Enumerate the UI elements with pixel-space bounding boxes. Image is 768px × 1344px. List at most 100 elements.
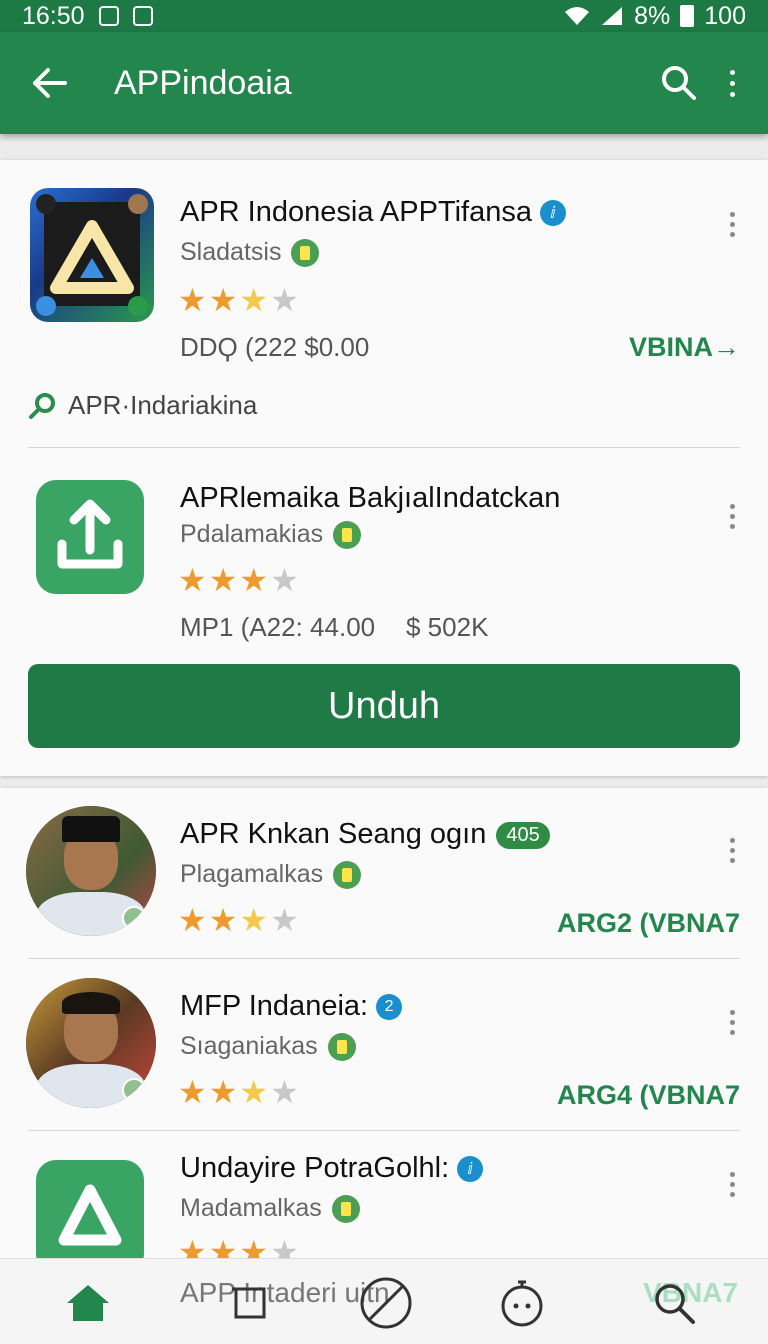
star-icon: ★ bbox=[208, 562, 238, 598]
triangle-logo-icon bbox=[58, 1184, 122, 1246]
search-icon bbox=[29, 392, 55, 419]
app-logo-icon bbox=[36, 1160, 144, 1268]
app-action-link[interactable]: ARG2 (VBNA7 bbox=[557, 908, 740, 939]
back-button[interactable] bbox=[0, 33, 100, 133]
star-icon: ★ bbox=[178, 562, 207, 598]
nav-timer[interactable] bbox=[492, 1273, 552, 1333]
item-more-button[interactable] bbox=[722, 204, 742, 244]
item-more-button[interactable] bbox=[722, 496, 742, 536]
star-icon: ★ bbox=[239, 562, 269, 598]
arrow-left-icon bbox=[33, 68, 67, 98]
wifi-icon bbox=[565, 7, 590, 25]
star-icon: ★ bbox=[208, 1074, 238, 1110]
status-time: 16:50 bbox=[22, 1, 85, 30]
star-icon: ★ bbox=[270, 562, 299, 598]
star-icon: ★ bbox=[239, 902, 269, 938]
search-button[interactable] bbox=[654, 58, 704, 108]
square-icon bbox=[232, 1287, 266, 1319]
star-icon: ★ bbox=[178, 282, 207, 318]
search-icon bbox=[655, 1284, 695, 1324]
more-vert-icon bbox=[729, 69, 735, 75]
star-icon: ★ bbox=[239, 282, 269, 318]
app-size: $ 502K bbox=[406, 612, 489, 642]
app-title: MFP Indaneia: 2 bbox=[180, 990, 403, 1023]
app-title: APR Knkan Seang ogın 405 bbox=[180, 818, 550, 851]
list-item[interactable]: MFP Indaneia: 2 Sıaganiakas ★ ★ ★ ★ ARG4 (VB… bbox=[0, 960, 768, 1130]
rating-stars: ★ ★ ★ ★ bbox=[178, 1076, 299, 1108]
app-meta: DDϘ (222 $0.00 bbox=[180, 332, 370, 362]
app-title: APRlemaika BakjıalIndatckan bbox=[180, 482, 561, 514]
upload-app-icon bbox=[36, 480, 144, 594]
developer-badge-icon bbox=[333, 860, 362, 889]
count-badge: 405 bbox=[496, 821, 550, 849]
star-icon: ★ bbox=[208, 902, 238, 938]
app-meta: MP1 (A22: 44.00 bbox=[180, 612, 376, 642]
developer-badge-icon bbox=[331, 1194, 360, 1223]
app-logo-icon bbox=[30, 188, 154, 322]
nav-home[interactable] bbox=[58, 1273, 118, 1333]
rating-stars: ★ ★ ★ ★ bbox=[178, 564, 299, 596]
timer-icon bbox=[501, 1280, 543, 1327]
nav-block[interactable] bbox=[356, 1273, 416, 1333]
app-title: APR Indonesia APPTifansa ⅈ bbox=[180, 196, 566, 229]
verified-badge-icon: 2 bbox=[376, 994, 403, 1021]
rating-stars: ★ ★ ★ ★ bbox=[178, 904, 299, 936]
block-icon bbox=[360, 1277, 412, 1329]
app-action-link[interactable]: VBINA→ bbox=[629, 332, 740, 363]
rating-stars: ★ ★ ★ ★ bbox=[178, 284, 299, 316]
upload-icon bbox=[57, 499, 123, 569]
verified-icon bbox=[122, 906, 146, 930]
divider bbox=[28, 958, 740, 959]
triangle-logo-icon bbox=[36, 194, 148, 316]
overflow-menu-button[interactable] bbox=[722, 63, 742, 103]
star-icon: ★ bbox=[270, 282, 299, 318]
avatar bbox=[26, 978, 156, 1108]
divider bbox=[28, 447, 740, 448]
star-icon: ★ bbox=[208, 282, 238, 318]
app-title: Undayire PotraGolhl: ⅈ bbox=[180, 1152, 484, 1185]
app-bar: APPindoaia bbox=[0, 32, 768, 134]
search-icon bbox=[662, 66, 696, 100]
star-icon: ★ bbox=[270, 902, 299, 938]
home-icon bbox=[67, 1285, 109, 1321]
item-more-button[interactable] bbox=[722, 1164, 742, 1204]
tag-row[interactable]: APR·Indariakina bbox=[28, 390, 257, 421]
notification-icon bbox=[98, 6, 119, 26]
developer-badge-icon bbox=[333, 520, 362, 549]
list-item[interactable]: APR Knkan Seang ogın 405 Plagamalkas ★ ★ ★ ★… bbox=[0, 788, 768, 958]
item-more-button[interactable] bbox=[722, 830, 742, 870]
app-developer: Pdalamakias bbox=[180, 520, 362, 549]
verified-badge-icon: ⅈ bbox=[539, 200, 566, 227]
featured-app-item[interactable]: APR Indonesia APPTifansa ⅈ Sladatsis ★ ★ ★ ★… bbox=[0, 160, 768, 390]
developer-badge-icon bbox=[291, 238, 320, 267]
featured-app-item[interactable]: APRlemaika BakjıalIndatckan Pdalamakias … bbox=[0, 460, 768, 650]
item-more-button[interactable] bbox=[722, 1002, 742, 1042]
app-action-link[interactable]: ARG4 (VBNA7 bbox=[557, 1080, 740, 1111]
nav-search[interactable] bbox=[644, 1273, 704, 1333]
verified-icon bbox=[122, 1078, 146, 1102]
nav-square[interactable] bbox=[218, 1273, 278, 1333]
battery-percent: 8% bbox=[634, 1, 671, 30]
avatar bbox=[26, 806, 156, 936]
app-bar-title: APPindoaia bbox=[114, 63, 292, 102]
verified-badge-icon: ⅈ bbox=[457, 1156, 484, 1183]
developer-badge-icon bbox=[327, 1032, 356, 1061]
status-number: 100 bbox=[704, 1, 746, 30]
star-icon: ★ bbox=[178, 902, 207, 938]
featured-card: APR Indonesia APPTifansa ⅈ Sladatsis ★ ★ ★ ★… bbox=[0, 160, 768, 776]
signal-icon bbox=[602, 7, 623, 25]
app-developer: Sladatsis bbox=[180, 238, 320, 267]
notification-icon bbox=[132, 6, 153, 26]
list-item[interactable]: Undayire PotraGolhl: ⅈ Madamalkas ★ ★ ★ ★ bbox=[0, 1132, 768, 1268]
divider bbox=[28, 1130, 740, 1131]
app-list-card: APR Knkan Seang ogın 405 Plagamalkas ★ ★ ★ ★… bbox=[0, 788, 768, 1268]
download-button[interactable]: Unduh bbox=[28, 664, 740, 748]
bottom-navigation: APP Intaderi uitn VBNA7 bbox=[0, 1258, 768, 1344]
app-developer: Plagamalkas bbox=[180, 860, 362, 889]
star-icon: ★ bbox=[270, 1074, 299, 1110]
tag-label: APR·Indariakina bbox=[68, 390, 258, 420]
app-developer: Sıaganiakas bbox=[180, 1032, 356, 1061]
app-developer: Madamalkas bbox=[180, 1194, 360, 1223]
star-icon: ★ bbox=[239, 1074, 269, 1110]
battery-icon bbox=[680, 5, 695, 27]
